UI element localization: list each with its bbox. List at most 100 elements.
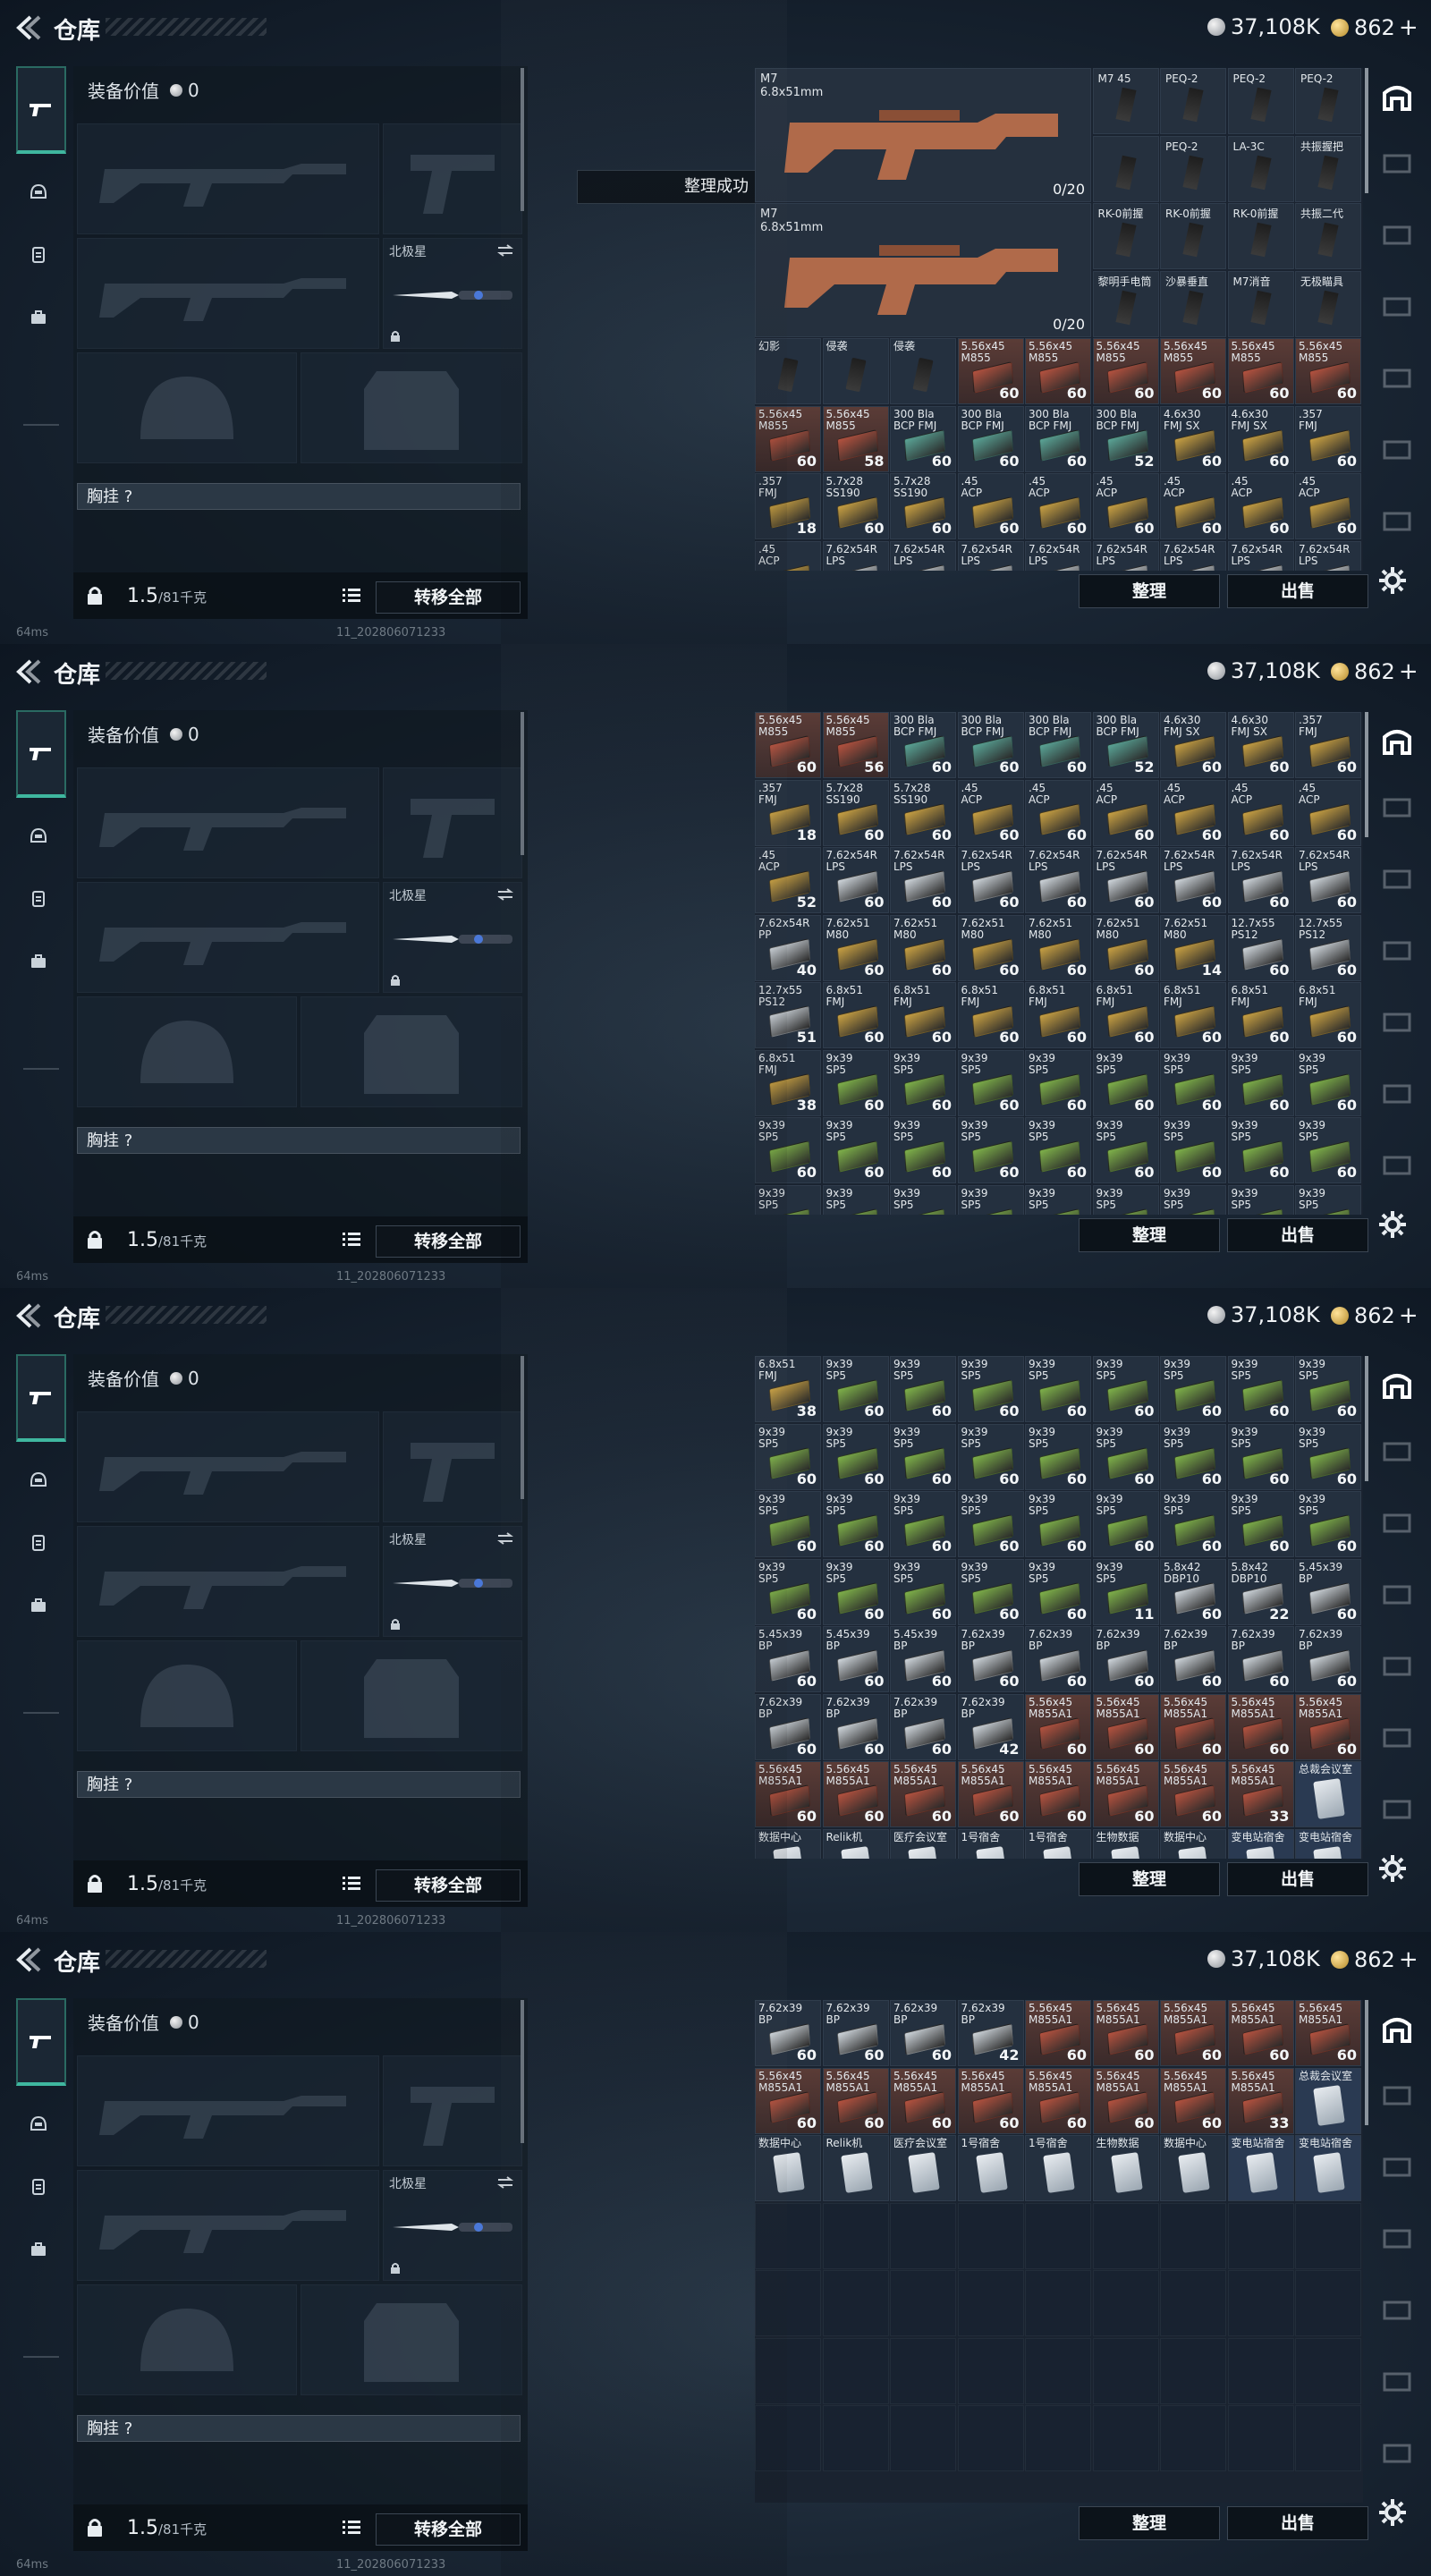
stash-item-cell[interactable]: .45 ACP 52 bbox=[755, 847, 821, 913]
chest-rig-header[interactable]: 胸挂 ? bbox=[77, 483, 521, 510]
stash-page-icon[interactable] bbox=[1379, 2080, 1415, 2109]
stash-page-icon[interactable] bbox=[1379, 2367, 1415, 2395]
stash-item-cell[interactable]: 5.45x39 BP 60 bbox=[755, 1626, 821, 1692]
stash-item-cell[interactable]: 6.8x51 FMJ 60 bbox=[1160, 982, 1226, 1048]
stash-item-cell[interactable]: 9x39 SP5 60 bbox=[890, 1356, 956, 1422]
stash-page-icon[interactable] bbox=[1379, 2295, 1415, 2324]
stash-item-cell[interactable]: 9x39 SP5 60 bbox=[1025, 1356, 1091, 1422]
stash-item-cell[interactable]: 9x39 SP5 60 bbox=[1295, 1049, 1361, 1116]
stash-item-cell[interactable]: 5.56x45 M855A1 60 bbox=[1025, 1693, 1091, 1760]
stash-item-cell[interactable]: 4.6x30 FMJ SX 60 bbox=[1227, 405, 1294, 472]
gear-icon[interactable] bbox=[1377, 565, 1408, 596]
stash-item-cell[interactable]: 6.8x51 FMJ 60 bbox=[822, 982, 889, 1048]
stash-item-cell[interactable]: .45 ACP 60 bbox=[1295, 779, 1361, 846]
stash-item-cell[interactable]: 6.8x51 FMJ 38 bbox=[755, 1049, 821, 1116]
stash-item-cell[interactable]: 9x39 SP5 60 bbox=[755, 1117, 821, 1183]
stash-item-cell[interactable]: 9x39 SP5 60 bbox=[822, 1423, 889, 1490]
stash-item-cell[interactable]: 5.56x45 M855A1 60 bbox=[1025, 1761, 1091, 1827]
stash-item-cell[interactable]: 9x39 SP5 60 bbox=[957, 1491, 1024, 1557]
stash-page-icon[interactable] bbox=[1379, 220, 1415, 249]
stash-item-cell[interactable]: .45 ACP 60 bbox=[1227, 473, 1294, 539]
stash-page-icon[interactable] bbox=[1379, 1794, 1415, 1823]
stash-item-cell[interactable]: 7.62x39 BP 60 bbox=[957, 1626, 1024, 1692]
stash-item-cell[interactable]: 5.56x45 M855 60 bbox=[755, 405, 821, 472]
stash-item-cell[interactable]: 5.56x45 M855 60 bbox=[957, 338, 1024, 404]
stash-item-cell[interactable]: 9x39 SP5 bbox=[755, 1184, 821, 1215]
tab-armor[interactable] bbox=[20, 818, 57, 855]
tab-armor[interactable] bbox=[20, 1462, 57, 1499]
attachment-cell[interactable]: M7 45 bbox=[1092, 68, 1159, 134]
stash-page-icon[interactable] bbox=[1379, 1723, 1415, 1751]
stash-item-cell[interactable]: 5.8x42 DBP10 22 bbox=[1227, 1558, 1294, 1625]
stash-item-cell[interactable]: 数据中心 bbox=[1160, 2135, 1226, 2201]
stash-item-cell[interactable]: 5.56x45 M855A1 60 bbox=[1092, 1761, 1159, 1827]
transfer-all-button[interactable]: 转移全部 bbox=[376, 1869, 521, 1902]
stash-item-cell[interactable]: 7.62x39 BP 60 bbox=[1227, 1626, 1294, 1692]
melee-slot[interactable]: 北极星 bbox=[383, 238, 522, 349]
stash-page-icon[interactable] bbox=[1379, 936, 1415, 964]
stash-item-cell[interactable]: 9x39 SP5 60 bbox=[1025, 1558, 1091, 1625]
stash-item-cell[interactable]: 7.62x54R LPS bbox=[1160, 540, 1226, 571]
stash-item-cell[interactable]: 5.56x45 M855A1 60 bbox=[890, 2067, 956, 2134]
stash-item-cell[interactable]: .357 FMJ 18 bbox=[755, 779, 821, 846]
stash-item-cell[interactable]: 7.62x54R LPS bbox=[1025, 540, 1091, 571]
stash-item-cell[interactable]: 9x39 SP5 60 bbox=[957, 1117, 1024, 1183]
stash-item-cell[interactable]: 6.8x51 FMJ 60 bbox=[1092, 982, 1159, 1048]
stash-item-cell[interactable]: 7.62x39 BP 60 bbox=[1160, 1626, 1226, 1692]
add-currency-icon[interactable]: + bbox=[1399, 1946, 1418, 1973]
stash-page-icon[interactable] bbox=[1379, 363, 1415, 392]
stash-item-cell[interactable]: 7.62x51 M80 60 bbox=[1092, 914, 1159, 981]
stash-item-cell[interactable]: 9x39 SP5 60 bbox=[1160, 1491, 1226, 1557]
secondary-weapon-slot[interactable] bbox=[77, 882, 379, 993]
pistol-slot[interactable] bbox=[383, 123, 522, 234]
stash-item-cell[interactable]: 9x39 SP5 60 bbox=[1227, 1117, 1294, 1183]
stash-item-cell[interactable]: 7.62x54R LPS bbox=[1092, 540, 1159, 571]
stash-item-cell[interactable]: 5.56x45 M855A1 60 bbox=[1295, 2000, 1361, 2066]
stash-item-cell[interactable]: 变电站宿舍 bbox=[1227, 2135, 1294, 2201]
stash-item-cell[interactable]: .45 ACP 60 bbox=[1025, 473, 1091, 539]
stash-item-cell[interactable]: 医疗会议室 bbox=[890, 1828, 956, 1859]
stash-item-cell[interactable]: .45 ACP 60 bbox=[1160, 779, 1226, 846]
swap-icon[interactable] bbox=[496, 888, 514, 901]
stash-item-cell[interactable]: 7.62x54R LPS bbox=[1295, 540, 1361, 571]
stash-page-icon[interactable] bbox=[1379, 148, 1415, 177]
stash-item-cell[interactable]: 5.56x45 M855 60 bbox=[1160, 338, 1226, 404]
stash-item-cell[interactable]: .45 ACP 60 bbox=[1025, 779, 1091, 846]
stash-item-cell[interactable]: 7.62x54R LPS 60 bbox=[1160, 847, 1226, 913]
stash-item-cell[interactable]: 9x39 SP5 60 bbox=[1160, 1423, 1226, 1490]
stash-item-cell[interactable]: 总裁会议室 bbox=[1295, 2067, 1361, 2134]
stash-item-cell[interactable]: 5.7x28 SS190 60 bbox=[822, 779, 889, 846]
stash-item-cell[interactable]: 数据中心 bbox=[1160, 1828, 1226, 1859]
gear-icon[interactable] bbox=[1377, 1853, 1408, 1884]
chest-rig-header[interactable]: 胸挂 ? bbox=[77, 1771, 521, 1798]
primary-weapon-slot[interactable] bbox=[77, 767, 379, 878]
stash-item-cell[interactable]: 7.62x54R LPS 60 bbox=[1227, 847, 1294, 913]
add-currency-icon[interactable]: + bbox=[1399, 658, 1418, 685]
stash-item-cell[interactable]: 7.62x54R LPS bbox=[1227, 540, 1294, 571]
stash-item-cell[interactable]: 9x39 SP5 60 bbox=[957, 1423, 1024, 1490]
stash-item-cell[interactable]: 5.56x45 M855A1 60 bbox=[755, 1761, 821, 1827]
attachment-cell[interactable]: 共振握把 bbox=[1295, 135, 1361, 202]
stash-item-cell[interactable]: 4.6x30 FMJ SX 60 bbox=[1160, 405, 1226, 472]
stash-item-cell[interactable]: 5.45x39 BP 60 bbox=[890, 1626, 956, 1692]
stash-item-cell[interactable]: 5.56x45 M855A1 60 bbox=[1092, 2067, 1159, 2134]
stash-item-cell[interactable]: 5.56x45 M855 60 bbox=[1227, 338, 1294, 404]
stash-item-cell[interactable]: 9x39 SP5 60 bbox=[957, 1558, 1024, 1625]
stash-item-cell[interactable]: 9x39 SP5 60 bbox=[1092, 1049, 1159, 1116]
stash-item-cell[interactable]: 9x39 SP5 bbox=[890, 1184, 956, 1215]
stash-item-cell[interactable]: 7.62x51 M80 60 bbox=[957, 914, 1024, 981]
stash-item-cell[interactable]: 6.8x51 FMJ 60 bbox=[1295, 982, 1361, 1048]
stash-item-cell[interactable]: 6.8x51 FMJ 38 bbox=[755, 1356, 821, 1422]
stash-item-cell[interactable]: 9x39 SP5 bbox=[1227, 1184, 1294, 1215]
list-icon[interactable] bbox=[342, 1231, 361, 1249]
tab-weapons[interactable] bbox=[16, 1998, 66, 2086]
stash-item-cell[interactable]: 6.8x51 FMJ 60 bbox=[1025, 982, 1091, 1048]
stash-page-icon[interactable] bbox=[1379, 1007, 1415, 1036]
stash-scrollbar[interactable] bbox=[1365, 68, 1368, 193]
chest-rig-header[interactable]: 胸挂 ? bbox=[77, 1127, 521, 1154]
stash-item-cell[interactable]: 1号宿舍 bbox=[1025, 2135, 1091, 2201]
stash-item-cell[interactable]: 12.7x55 PS12 60 bbox=[1295, 914, 1361, 981]
sell-button[interactable]: 出售 bbox=[1227, 574, 1368, 608]
stash-item-cell[interactable]: 7.62x54R LPS bbox=[822, 540, 889, 571]
stash-item-cell[interactable]: .357 FMJ 60 bbox=[1295, 712, 1361, 778]
